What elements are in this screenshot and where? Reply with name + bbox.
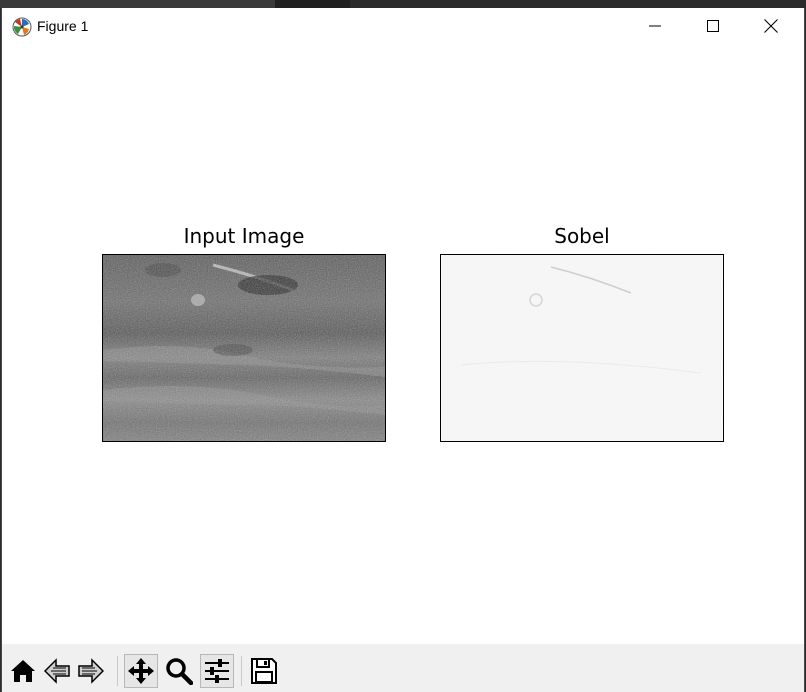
toolbar-separator <box>241 656 242 686</box>
matplotlib-icon <box>12 17 32 37</box>
home-icon <box>11 660 35 682</box>
maximize-icon <box>707 20 719 32</box>
pan-button[interactable] <box>124 654 158 688</box>
forward-arrow-icon <box>78 658 104 684</box>
back-button[interactable] <box>40 654 74 688</box>
home-button[interactable] <box>6 654 40 688</box>
taskbar-segment <box>275 0 350 8</box>
subplot-title-input: Input Image <box>183 224 305 248</box>
figure-window: Figure 1 Input Image Sobel <box>1 8 805 692</box>
minimize-icon <box>649 25 661 27</box>
move-icon <box>128 658 154 684</box>
close-icon <box>764 19 778 33</box>
forward-button[interactable] <box>74 654 108 688</box>
sliders-icon <box>205 659 229 683</box>
title-bar[interactable]: Figure 1 <box>2 8 804 44</box>
save-button[interactable] <box>247 654 281 688</box>
close-button[interactable] <box>742 8 800 44</box>
window-title: Figure 1 <box>37 18 89 34</box>
floppy-disk-icon <box>251 658 277 684</box>
taskbar-segment <box>350 0 806 8</box>
sobel-edge-map <box>441 255 723 441</box>
navigation-toolbar <box>2 644 804 692</box>
sobel-axes[interactable] <box>440 254 724 442</box>
taskbar-segment <box>0 0 275 8</box>
zoom-button[interactable] <box>162 654 196 688</box>
configure-subplots-button[interactable] <box>200 654 234 688</box>
back-arrow-icon <box>44 658 70 684</box>
subplot-title-sobel: Sobel <box>554 224 610 248</box>
minimize-button[interactable] <box>626 8 684 44</box>
grayscale-photo <box>103 255 385 441</box>
toolbar-separator <box>117 656 118 686</box>
desktop-background <box>0 0 806 8</box>
input-image-axes[interactable] <box>102 254 386 442</box>
maximize-button[interactable] <box>684 8 742 44</box>
magnifier-icon <box>166 658 193 685</box>
